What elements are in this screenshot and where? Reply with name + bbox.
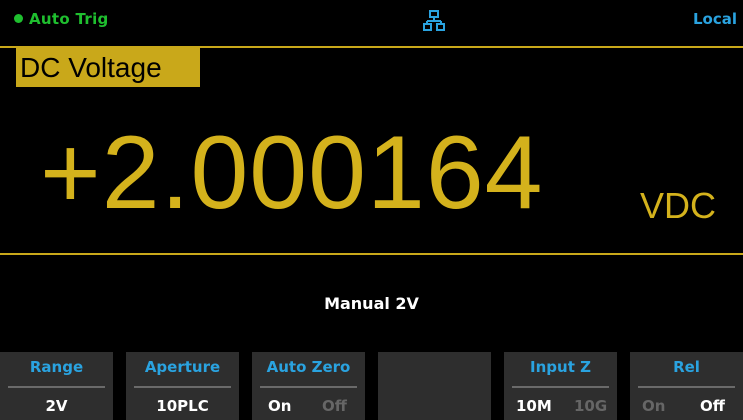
option-off: Off <box>322 397 347 415</box>
softkey-separator <box>638 386 735 388</box>
option-10m: 10M <box>516 397 552 415</box>
bottom-divider <box>0 253 743 255</box>
network-icon <box>423 10 445 31</box>
option-off: Off <box>700 397 725 415</box>
trigger-label: Auto Trig <box>29 10 109 28</box>
measurement-mode: DC Voltage <box>16 48 200 87</box>
softkey-label: Input Z <box>530 358 591 376</box>
softkey-label: Auto Zero <box>266 358 351 376</box>
softkey-input-z[interactable]: Input Z 10M 10G <box>504 352 617 420</box>
softkey-separator <box>134 386 231 388</box>
softkey-aperture[interactable]: Aperture 10PLC <box>126 352 239 420</box>
remote-status: Local <box>692 10 737 28</box>
option-on: On <box>268 397 292 415</box>
softkey-separator <box>8 386 105 388</box>
range-info: Manual 2V <box>324 294 419 313</box>
main-reading: +2.000164 <box>40 115 544 231</box>
softkey-value: 10PLC <box>156 397 209 415</box>
softkey-separator <box>512 386 609 388</box>
softkey-range[interactable]: Range 2V <box>0 352 113 420</box>
option-on: On <box>642 397 666 415</box>
trigger-indicator-icon <box>14 14 23 23</box>
status-bar: Auto Trig Local <box>0 0 743 40</box>
softkey-value: 2V <box>45 397 68 415</box>
softkey-bar: Range 2V Aperture 10PLC Auto Zero On Off… <box>0 352 743 420</box>
softkey-label: Aperture <box>144 358 221 376</box>
softkey-blank[interactable] <box>378 352 491 420</box>
softkey-label: Range <box>29 358 84 376</box>
softkey-separator <box>260 386 357 388</box>
trigger-status: Auto Trig <box>14 10 109 28</box>
softkey-auto-zero[interactable]: Auto Zero On Off <box>252 352 365 420</box>
softkey-label: Rel <box>673 358 700 376</box>
softkey-rel[interactable]: Rel On Off <box>630 352 743 420</box>
reading-unit: VDC <box>640 185 717 226</box>
option-10g: 10G <box>574 397 608 415</box>
